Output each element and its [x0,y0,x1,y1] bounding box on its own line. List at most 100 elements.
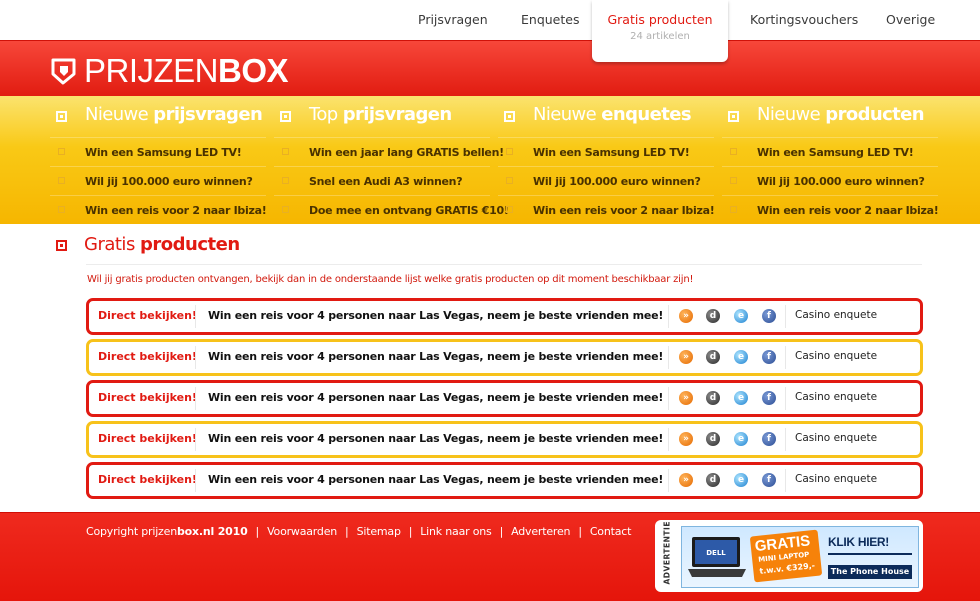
divider [195,469,196,492]
facebook-icon[interactable]: f [762,432,776,446]
promo-column-header: Nieuwe enquetes [498,103,714,129]
nav-gratis-producten-active-tab[interactable]: Gratis producten 24 artikelen [592,0,728,62]
promo-link[interactable]: Wil jij 100.000 euro winnen? [722,166,938,196]
digg-icon[interactable]: d [706,473,720,487]
divider [195,346,196,369]
page-title: Gratis producten [84,234,240,255]
small-square-icon [506,177,513,184]
listing-title-link[interactable]: Win een reis voor 4 personen naar Las Ve… [208,309,663,322]
rss-icon[interactable]: » [679,432,693,446]
direct-bekijken-link[interactable]: Direct bekijken! [98,309,197,322]
facebook-icon[interactable]: f [762,473,776,487]
divider [785,346,786,369]
rss-icon[interactable]: » [679,309,693,323]
small-square-icon [58,206,65,213]
delicious-icon[interactable]: e [734,473,748,487]
direct-bekijken-link[interactable]: Direct bekijken! [98,391,197,404]
promo-column-title[interactable]: Nieuwe producten [757,104,925,125]
list-item: Direct bekijken! Win een reis voor 4 per… [86,298,923,335]
digg-icon[interactable]: d [706,391,720,405]
list-item: Direct bekijken! Win een reis voor 4 per… [86,421,923,458]
facebook-icon[interactable]: f [762,309,776,323]
category-link[interactable]: Casino enquete [795,391,877,403]
nav-prijsvragen[interactable]: Prijsvragen [418,12,488,27]
divider [668,469,669,492]
delicious-icon[interactable]: e [734,432,748,446]
footer-link-contact[interactable]: Contact [590,525,632,538]
prijzenbox-logo-icon [51,58,76,85]
delicious-icon[interactable]: e [734,391,748,405]
category-link[interactable]: Casino enquete [795,473,877,485]
nav-kortingsvouchers[interactable]: Kortingsvouchers [750,12,858,27]
footer-link-link-naar-ons[interactable]: Link naar ons [420,525,492,538]
footer-link-sitemap[interactable]: Sitemap [357,525,401,538]
footer-link-voorwaarden[interactable]: Voorwaarden [267,525,337,538]
footer-link-adverteren[interactable]: Adverteren [511,525,570,538]
direct-bekijken-link[interactable]: Direct bekijken! [98,432,197,445]
ad-cta-klik-hier[interactable]: KLIK HIER! [828,535,889,549]
digg-icon[interactable]: d [706,432,720,446]
list-item: Direct bekijken! Win een reis voor 4 per… [86,380,923,417]
nav-enquetes[interactable]: Enquetes [521,12,579,27]
promo-link[interactable]: Wil jij 100.000 euro winnen? [50,166,266,196]
footer-links: Copyright prijzenbox.nl 2010 | Voorwaarden… [86,525,632,538]
list-item: Direct bekijken! Win een reis voor 4 per… [86,462,923,499]
listing-title-link[interactable]: Win een reis voor 4 personen naar Las Ve… [208,391,663,404]
rss-icon[interactable]: » [679,473,693,487]
square-bullet-icon [728,111,739,122]
promo-column-title[interactable]: Top prijsvragen [309,104,452,125]
promo-link[interactable]: Win een Samsung LED TV! [50,137,266,167]
promo-link[interactable]: Win een jaar lang GRATIS bellen! [274,137,504,167]
small-square-icon [730,177,737,184]
promo-link[interactable]: Win een reis voor 2 naar Ibiza! [50,195,267,225]
promo-link[interactable]: Win een reis voor 2 naar Ibiza! [498,195,715,225]
delicious-icon[interactable]: e [734,309,748,323]
divider [86,264,922,265]
ad-content[interactable]: DELL GRATIS MINI LAPTOP t.w.v. €329,- KL… [681,526,919,588]
facebook-icon[interactable]: f [762,391,776,405]
listing-title-link[interactable]: Win een reis voor 4 personen naar Las Ve… [208,432,663,445]
digg-icon[interactable]: d [706,350,720,364]
listing-title-link[interactable]: Win een reis voor 4 personen naar Las Ve… [208,473,663,486]
category-link[interactable]: Casino enquete [795,350,877,362]
list-item: Direct bekijken! Win een reis voor 4 per… [86,339,923,376]
promo-link[interactable]: Win een reis voor 2 naar Ibiza! [722,195,939,225]
direct-bekijken-link[interactable]: Direct bekijken! [98,350,197,363]
top-navigation: Prijsvragen Enquetes Gratis producten 24… [0,0,980,62]
promo-link[interactable]: Win een Samsung LED TV! [722,137,938,167]
advertisement-banner[interactable]: ADVERTENTIE DELL GRATIS MINI LAPTOP t.w.… [655,520,923,592]
category-link[interactable]: Casino enquete [795,432,877,444]
delicious-icon[interactable]: e [734,350,748,364]
promo-link[interactable]: Win een Samsung LED TV! [498,137,714,167]
listing-title-link[interactable]: Win een reis voor 4 personen naar Las Ve… [208,350,663,363]
square-bullet-icon [56,111,67,122]
promo-link[interactable]: Doe mee en ontvang GRATIS €10! [274,195,509,225]
ad-label: ADVERTENTIE [662,521,672,585]
logo-text: PRIJZENBOX [84,52,289,89]
promo-column-title[interactable]: Nieuwe prijsvragen [85,104,263,125]
divider [668,346,669,369]
promo-link[interactable]: Wil jij 100.000 euro winnen? [498,166,714,196]
divider [828,553,912,555]
small-square-icon [506,206,513,213]
nav-overige[interactable]: Overige [886,12,935,27]
promo-link[interactable]: Snel een Audi A3 winnen? [274,166,490,196]
small-square-icon [730,148,737,155]
intro-text: Wil jij gratis producten ontvangen, beki… [87,274,694,285]
small-square-icon [730,206,737,213]
rss-icon[interactable]: » [679,350,693,364]
copyright-text: Copyright prijzenbox.nl 2010 [86,525,248,538]
facebook-icon[interactable]: f [762,350,776,364]
category-link[interactable]: Casino enquete [795,309,877,321]
square-bullet-icon [504,111,515,122]
digg-icon[interactable]: d [706,309,720,323]
site-logo[interactable]: PRIJZENBOX [50,52,289,89]
direct-bekijken-link[interactable]: Direct bekijken! [98,473,197,486]
divider [785,305,786,328]
divider [195,387,196,410]
rss-icon[interactable]: » [679,391,693,405]
header-bar: PRIJZENBOX [0,40,980,97]
nav-gratis-producten[interactable]: Gratis producten [592,12,728,27]
promo-column-title[interactable]: Nieuwe enquetes [533,104,692,125]
divider [195,305,196,328]
